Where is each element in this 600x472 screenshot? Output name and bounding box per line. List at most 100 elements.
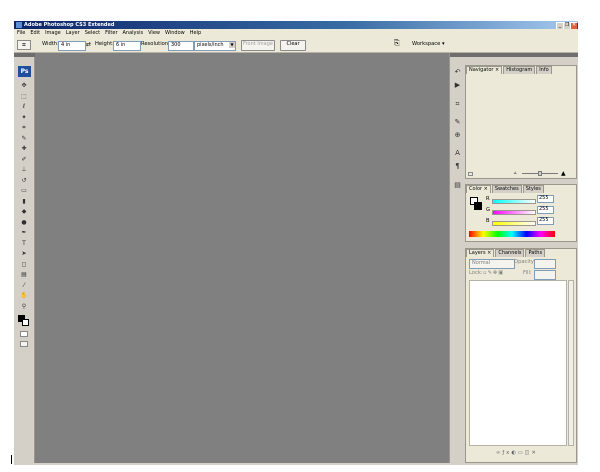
resolution-unit-select[interactable]: pixels/inch ▼ (194, 41, 236, 51)
lasso-tool-icon[interactable]: ℓ (20, 103, 28, 110)
background-color-swatch[interactable] (22, 319, 29, 326)
tab-navigator[interactable]: Navigator × (466, 66, 503, 74)
panel-icon-dock: ↶ ▶ ⌗ ✎ ⊕ A ¶ ▤ (449, 53, 464, 463)
panels-header[interactable] (463, 53, 578, 57)
width-input[interactable]: 4 in (58, 41, 86, 51)
menu-view[interactable]: View (148, 29, 160, 37)
crop-tool-preset-icon[interactable]: ⌗ (17, 40, 31, 50)
type-tool-icon[interactable]: T (20, 240, 28, 247)
stamp-tool-icon[interactable]: ⊥ (20, 166, 28, 173)
menu-edit[interactable]: Edit (30, 29, 40, 37)
tab-styles[interactable]: Styles (522, 185, 544, 193)
color-panel: Color × Swatches Styles R 255 G 255 B 25… (465, 184, 577, 242)
zoom-slider-thumb[interactable] (538, 171, 542, 176)
fill-input[interactable] (534, 270, 556, 280)
blue-value-input[interactable]: 255 (537, 217, 554, 225)
zoom-in-icon[interactable]: ▲ (561, 170, 566, 177)
tools-panel-header[interactable] (14, 53, 35, 57)
eyedropper-tool-icon[interactable]: ⁄ (20, 282, 28, 289)
layers-footer-icons[interactable]: ∞ƒx◐▭◫✕ (496, 450, 538, 457)
text-caret (11, 455, 12, 464)
notes-tool-icon[interactable]: ▤ (20, 271, 28, 278)
navigator-panel: Navigator × Histogram Info ▵ ▲ (465, 65, 577, 179)
tab-channels[interactable]: Channels (495, 249, 525, 257)
magic-wand-tool-icon[interactable]: ✦ (20, 114, 28, 121)
app-icon (16, 22, 22, 28)
healing-tool-icon[interactable]: ✚ (20, 145, 28, 152)
clone-source-icon[interactable]: ⊕ (453, 131, 462, 140)
blue-slider[interactable] (492, 221, 536, 226)
tab-layers[interactable]: Layers × (466, 249, 495, 257)
green-slider[interactable] (492, 210, 536, 215)
chevron-down-icon: ▼ (229, 42, 235, 48)
swap-dimensions-icon[interactable]: ⇄ (86, 41, 91, 48)
window-title: Adobe Photoshop CS3 Extended (24, 22, 115, 28)
character-icon[interactable]: A (453, 149, 462, 158)
layers-list[interactable] (469, 280, 567, 446)
brushes-icon[interactable]: ✎ (453, 118, 462, 127)
menu-filter[interactable]: Filter (105, 29, 117, 37)
path-select-tool-icon[interactable]: ➤ (20, 250, 28, 257)
height-label: Height: (95, 41, 114, 47)
opacity-input[interactable] (534, 259, 556, 269)
history-icon[interactable]: ↶ (453, 68, 462, 77)
screen-mode-icon[interactable] (20, 341, 28, 347)
front-image-button[interactable]: Front Image (241, 40, 275, 51)
color-ramp[interactable] (469, 231, 555, 237)
height-input[interactable]: 6 in (113, 41, 141, 51)
actions-icon[interactable]: ▶ (453, 81, 462, 90)
red-slider[interactable] (492, 199, 536, 204)
blend-mode-select[interactable]: Normal (469, 259, 515, 269)
palette-well-icon[interactable]: ⎘ (394, 40, 400, 47)
red-label: R (486, 196, 490, 202)
color-tabs: Color × Swatches Styles (466, 185, 544, 193)
options-bar: ⌗ Width: 4 in ⇄ Height: 6 in Resolution:… (14, 37, 578, 53)
menu-analysis[interactable]: Analysis (123, 29, 144, 37)
history-brush-tool-icon[interactable]: ↺ (20, 177, 28, 184)
blur-tool-icon[interactable]: ◆ (20, 208, 28, 215)
tab-color[interactable]: Color × (466, 185, 491, 193)
tab-paths[interactable]: Paths (525, 249, 546, 257)
menu-window[interactable]: Window (165, 29, 185, 37)
crop-tool-icon[interactable]: ⌗ (20, 124, 28, 131)
brush-tool-icon[interactable]: ✐ (20, 156, 28, 163)
tab-histogram[interactable]: Histogram (503, 66, 536, 74)
shape-tool-icon[interactable]: ◻ (20, 261, 28, 268)
menu-image[interactable]: Image (45, 29, 61, 37)
document-canvas-area[interactable] (35, 53, 449, 463)
slice-tool-icon[interactable]: ✎ (20, 135, 28, 142)
quick-mask-icon[interactable] (20, 331, 28, 337)
menu-help[interactable]: Help (190, 29, 201, 37)
lock-icons[interactable]: ▫✎✥▣ (483, 270, 504, 277)
move-tool-icon[interactable]: ✥ (20, 82, 28, 89)
gradient-tool-icon[interactable]: ▮ (20, 198, 28, 205)
menu-file[interactable]: File (17, 29, 25, 37)
green-value-input[interactable]: 255 (537, 206, 554, 214)
menu-layer[interactable]: Layer (66, 29, 80, 37)
menu-select[interactable]: Select (85, 29, 100, 37)
hand-tool-icon[interactable]: ✋ (20, 292, 28, 299)
clear-button[interactable]: Clear (280, 40, 306, 51)
resolution-input[interactable]: 300 (168, 41, 194, 51)
zoom-out-icon[interactable]: ▵ (514, 170, 517, 177)
dock-header[interactable] (450, 53, 464, 57)
tools-panel: Ps ✥ ⬚ ℓ ✦ ⌗ ✎ ✚ ✐ ⊥ ↺ ▭ ▮ ◆ ● ✒ T ➤ ◻ ▤ ⁄ ✋ ⚲ (14, 53, 35, 463)
ps-logo[interactable]: Ps (18, 66, 31, 77)
eraser-tool-icon[interactable]: ▭ (20, 187, 28, 194)
layers-scrollbar[interactable] (568, 280, 574, 446)
tab-swatches[interactable]: Swatches (491, 185, 522, 193)
zoom-tool-icon[interactable]: ⚲ (20, 303, 28, 310)
tool-presets-icon[interactable]: ⌗ (453, 100, 462, 109)
status-bar (14, 463, 578, 465)
red-value-input[interactable]: 255 (537, 195, 554, 203)
workspace-menu[interactable]: Workspace ▾ (412, 41, 445, 48)
lock-label: Lock: (469, 270, 483, 276)
dodge-tool-icon[interactable]: ● (20, 219, 28, 226)
paragraph-icon[interactable]: ¶ (453, 162, 462, 171)
layers-panel: Layers × Channels Paths Normal Opacity: … (465, 248, 577, 463)
color-background-swatch[interactable] (474, 202, 482, 210)
tab-info[interactable]: Info (536, 66, 552, 74)
layer-comps-icon[interactable]: ▤ (453, 181, 462, 190)
marquee-tool-icon[interactable]: ⬚ (20, 93, 28, 100)
pen-tool-icon[interactable]: ✒ (20, 229, 28, 236)
